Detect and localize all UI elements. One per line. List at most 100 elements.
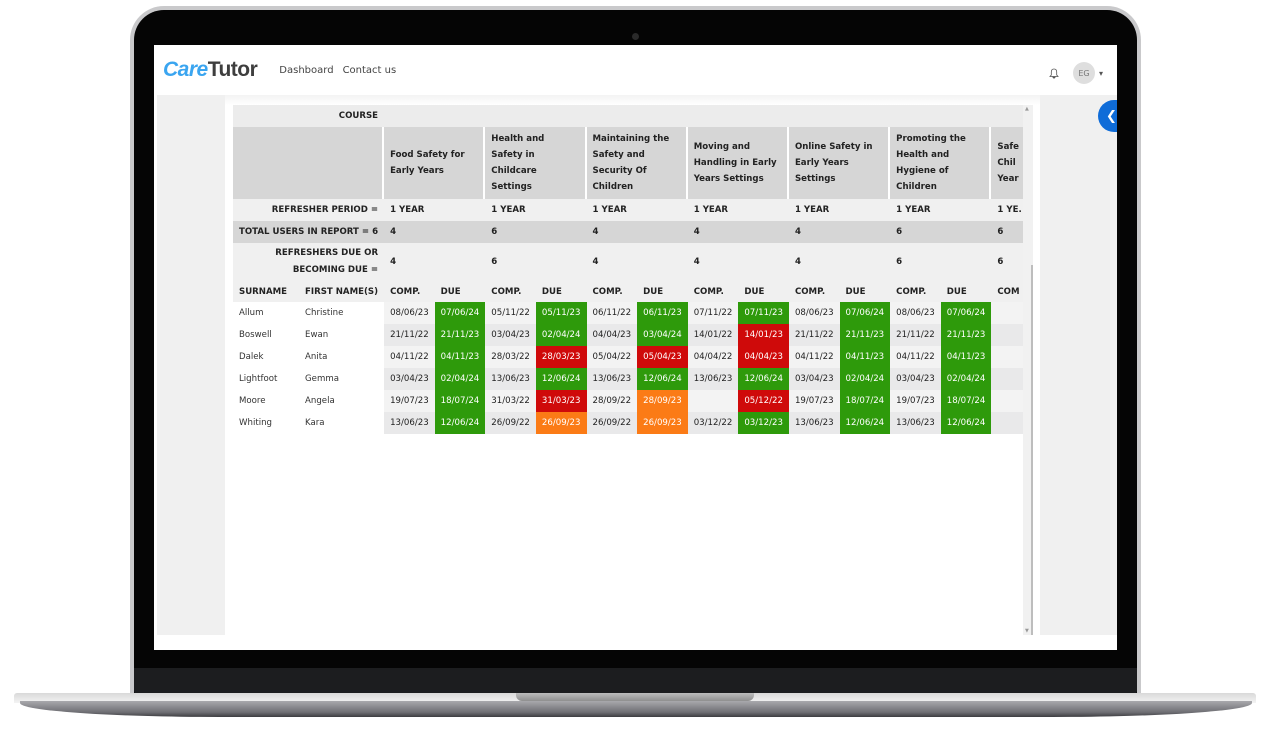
refresher-period-value: 1 YEAR xyxy=(485,199,587,221)
completed-date-cell: 14/01/22 xyxy=(687,324,739,346)
refresher-period-label: REFRESHER PERIOD = xyxy=(233,199,385,221)
column-header-row: SURNAME FIRST NAME(S) COMP. DUE COMP. DUE COMP… xyxy=(233,281,1023,302)
due-date-cell: 12/06/24 xyxy=(940,412,992,434)
total-users-row: TOTAL USERS IN REPORT = 64644466 xyxy=(233,221,1023,243)
firstname-header[interactable]: FIRST NAME(S) xyxy=(299,281,385,302)
surname-header[interactable]: SURNAME xyxy=(233,281,300,302)
right-drawer-panel xyxy=(1040,95,1117,635)
surname-cell: Allum xyxy=(233,302,300,324)
due-date-cell: 03/04/24 xyxy=(637,324,688,346)
course-title[interactable]: Moving and Handling in Early Years Setti… xyxy=(687,127,789,199)
refresher-period-value: 1 YEAR xyxy=(384,199,486,221)
truncated-cell xyxy=(991,324,1023,346)
completed-date-cell: 19/07/23 xyxy=(384,390,435,412)
truncated-cell xyxy=(991,412,1023,434)
due-date-cell: 04/11/23 xyxy=(839,346,891,368)
due-header[interactable]: DUE xyxy=(637,281,688,302)
due-date-cell: 14/01/23 xyxy=(738,324,789,346)
due-date-cell: 07/06/24 xyxy=(434,302,486,324)
due-header[interactable]: DUE xyxy=(839,281,891,302)
completed-date-cell: 05/04/22 xyxy=(586,346,638,368)
refresher-report-table: COURSE Food Safety for Early Years Health … xyxy=(233,105,1023,434)
due-date-cell: 05/11/23 xyxy=(535,302,587,324)
comp-header[interactable]: COMP. xyxy=(788,281,840,302)
refreshers-due-value: 4 xyxy=(788,243,891,281)
firstname-cell: Ewan xyxy=(299,324,385,346)
completed-date-cell: 19/07/23 xyxy=(890,390,941,412)
total-users-value: 6 xyxy=(485,221,587,243)
content-top-shadow xyxy=(225,95,1040,105)
course-title[interactable]: Promoting the Health and Hygiene of Chil… xyxy=(890,127,992,199)
refresher-period-value: 1 YEAR xyxy=(788,199,891,221)
due-date-cell: 07/06/24 xyxy=(940,302,992,324)
logo-care: Care xyxy=(163,58,208,81)
truncated-cell xyxy=(991,346,1023,368)
due-date-cell: 18/07/24 xyxy=(940,390,992,412)
completed-date-cell: 13/06/23 xyxy=(788,412,840,434)
bell-icon[interactable] xyxy=(1049,68,1059,79)
completed-date-cell: 21/11/22 xyxy=(384,324,435,346)
chevron-down-icon[interactable]: ▾ xyxy=(1099,69,1103,78)
due-date-cell: 02/04/24 xyxy=(535,324,587,346)
comp-header[interactable]: COMP. xyxy=(687,281,739,302)
surname-cell: Dalek xyxy=(233,346,300,368)
scroll-up-arrow-icon[interactable]: ▲ xyxy=(1025,106,1029,112)
due-date-cell: 26/09/23 xyxy=(535,412,587,434)
due-date-cell: 31/03/23 xyxy=(535,390,587,412)
nav-link-contact-us[interactable]: Contact us xyxy=(343,65,397,76)
table-row: Whiting Kara 13/06/23 12/06/24 26/09/22 26/09… xyxy=(233,412,1023,434)
course-title[interactable]: Safe Chil Year xyxy=(991,127,1023,199)
refresher-period-value: 1 YE. xyxy=(991,199,1023,221)
course-title[interactable]: Food Safety for Early Years xyxy=(384,127,486,199)
due-date-cell: 21/11/23 xyxy=(434,324,486,346)
table-row: Moore Angela 19/07/23 18/07/24 31/03/22 31/03… xyxy=(233,390,1023,412)
left-panel xyxy=(157,95,225,635)
caretutor-logo[interactable]: CareTutor xyxy=(163,58,258,82)
laptop-mockup: CareTutor Dashboard Contact us EG ▾ ❮ CO… xyxy=(0,0,1271,732)
vertical-scrollbar[interactable]: ▲ ▼ xyxy=(1023,105,1033,635)
course-label: COURSE xyxy=(233,105,385,127)
due-date-cell: 07/06/24 xyxy=(839,302,891,324)
due-date-cell: 12/06/24 xyxy=(535,368,587,390)
due-date-cell: 06/11/23 xyxy=(637,302,688,324)
due-header[interactable]: DUE xyxy=(940,281,992,302)
comp-header[interactable]: COMP. xyxy=(384,281,435,302)
firstname-cell: Gemma xyxy=(299,368,385,390)
completed-date-cell: 13/06/23 xyxy=(586,368,638,390)
scroll-down-arrow-icon[interactable]: ▼ xyxy=(1025,628,1029,634)
due-header[interactable]: DUE xyxy=(738,281,789,302)
firstname-cell: Anita xyxy=(299,346,385,368)
completed-date-cell: 03/04/23 xyxy=(384,368,435,390)
top-navbar: CareTutor Dashboard Contact us EG ▾ xyxy=(154,45,1117,95)
due-date-cell: 02/04/24 xyxy=(839,368,891,390)
comp-header[interactable]: COMP. xyxy=(890,281,941,302)
course-title[interactable]: Health and Safety in Childcare Settings xyxy=(485,127,587,199)
due-date-cell: 28/09/23 xyxy=(637,390,688,412)
completed-date-cell: 26/09/22 xyxy=(485,412,536,434)
due-header[interactable]: DUE xyxy=(434,281,486,302)
user-avatar[interactable]: EG xyxy=(1072,62,1095,84)
due-date-cell: 12/06/24 xyxy=(839,412,891,434)
course-title[interactable]: Online Safety in Early Years Settings xyxy=(788,127,891,199)
due-date-cell: 26/09/23 xyxy=(637,412,688,434)
due-date-cell: 05/12/22 xyxy=(738,390,789,412)
due-date-cell: 12/06/24 xyxy=(738,368,789,390)
scrollbar-thumb[interactable] xyxy=(1031,265,1033,635)
due-date-cell: 12/06/24 xyxy=(637,368,688,390)
refresher-period-value: 1 YEAR xyxy=(890,199,992,221)
title-row-label xyxy=(233,127,385,199)
due-header[interactable]: DUE xyxy=(535,281,587,302)
comp-header[interactable]: COMP. xyxy=(586,281,638,302)
course-title[interactable]: Maintaining the Safety and Security Of C… xyxy=(586,127,688,199)
laptop-hinge-notch xyxy=(516,693,754,701)
completed-date-cell: 13/06/23 xyxy=(485,368,536,390)
due-date-cell: 12/06/24 xyxy=(434,412,486,434)
refresher-period-value: 1 YEAR xyxy=(687,199,789,221)
surname-cell: Moore xyxy=(233,390,300,412)
firstname-cell: Angela xyxy=(299,390,385,412)
total-users-value: 6 xyxy=(890,221,992,243)
completed-date-cell: 19/07/23 xyxy=(788,390,840,412)
comp-header[interactable]: COMP. xyxy=(485,281,536,302)
comp-header[interactable]: COM xyxy=(991,281,1023,302)
nav-link-dashboard[interactable]: Dashboard xyxy=(279,65,333,76)
